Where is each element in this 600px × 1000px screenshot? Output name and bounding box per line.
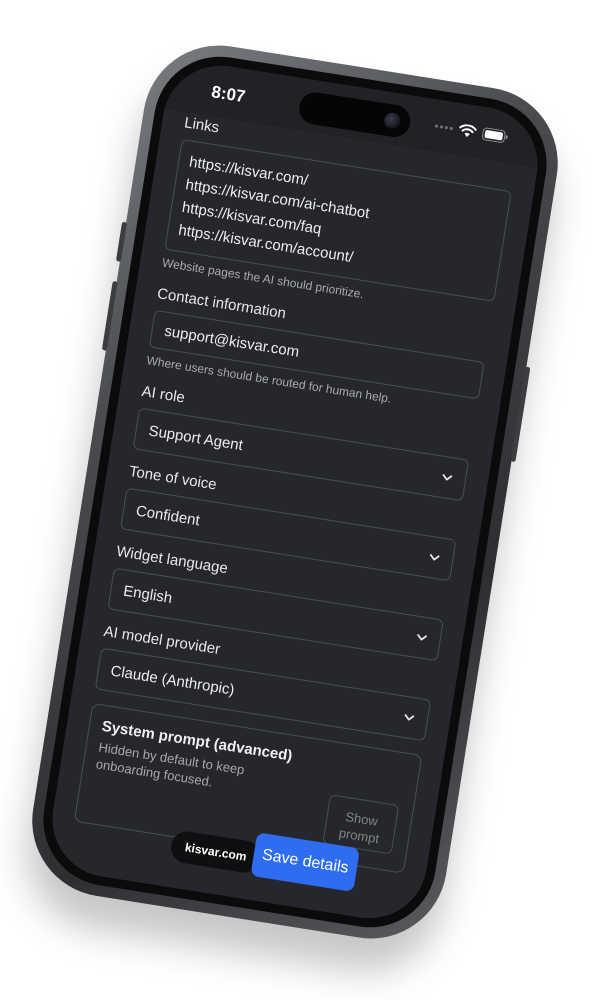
chevron-down-icon <box>404 714 415 721</box>
battery-icon <box>481 127 509 144</box>
stage: 8:07 Links https://kisvar.com/ https://k… <box>0 0 600 1000</box>
status-icons <box>434 119 509 143</box>
ai-role-value: Support Agent <box>147 422 244 455</box>
phone-bezel: 8:07 Links https://kisvar.com/ https://k… <box>33 47 557 937</box>
language-value: English <box>122 582 174 607</box>
phone-screen: 8:07 Links https://kisvar.com/ https://k… <box>44 57 546 927</box>
status-time: 8:07 <box>210 82 247 107</box>
wifi-icon <box>458 123 478 139</box>
settings-form: Links https://kisvar.com/ https://kisvar… <box>44 109 537 927</box>
dynamic-island <box>296 90 413 140</box>
domain-pill: kisvar.com <box>168 829 263 875</box>
camera-icon <box>383 111 402 130</box>
side-button-right <box>510 366 531 463</box>
side-button-left-top <box>115 221 128 262</box>
chevron-down-icon <box>442 474 453 481</box>
provider-value: Claude (Anthropic) <box>109 662 236 699</box>
chevron-down-icon <box>417 634 427 641</box>
phone-frame: 8:07 Links https://kisvar.com/ https://k… <box>21 34 569 950</box>
signal-icon <box>434 124 454 131</box>
tone-value: Confident <box>134 502 201 530</box>
chevron-down-icon <box>429 554 440 561</box>
side-button-left-bottom <box>101 280 118 351</box>
